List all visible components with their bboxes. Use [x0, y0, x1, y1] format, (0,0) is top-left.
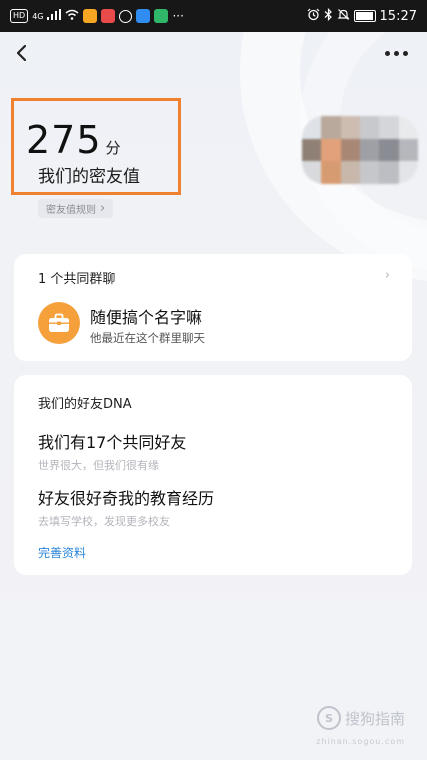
bluetooth-icon: [324, 8, 333, 24]
watermark: S 搜狗指南: [316, 706, 405, 730]
app-icon-green: [154, 9, 169, 23]
score-label: 我们的密友值: [38, 167, 140, 187]
group-description: 他最近在这个群里聊天: [90, 331, 205, 345]
common-group-card[interactable]: 1 个共同群聊 › 随便搞个名字嘛 他最近在这个群里聊天: [14, 254, 412, 361]
overflow-dots: ···: [172, 9, 184, 23]
avatar-mosaic[interactable]: [302, 116, 418, 184]
app-icon-circle: [119, 9, 133, 23]
mute-icon: [337, 8, 350, 24]
back-button[interactable]: [8, 38, 38, 68]
chevron-right-icon: ›: [100, 201, 106, 216]
watermark-logo-icon: S: [316, 706, 341, 730]
alarm-icon: [307, 8, 320, 24]
score-unit: 分: [105, 139, 121, 157]
group-name: 随便搞个名字嘛: [90, 308, 203, 327]
app-icon-orange: [83, 9, 98, 23]
dna-title: 我们的好友DNA: [38, 397, 132, 412]
battery-icon: [353, 10, 376, 22]
status-bar: HD 4G ··· 15:27: [0, 0, 427, 32]
score-rules-label: 密友值规则: [46, 205, 96, 216]
score-rules-button[interactable]: 密友值规则 ›: [38, 199, 114, 218]
network-label: 4G: [32, 11, 44, 21]
more-button[interactable]: [381, 40, 411, 66]
chevron-right-icon: ›: [384, 268, 390, 283]
signal-icon: [47, 9, 62, 23]
common-group-count: 1 个共同群聊: [38, 272, 116, 287]
hd-icon: HD: [10, 9, 29, 23]
more-dots-icon: [384, 50, 390, 56]
watermark-url: zhinan.sogou.com: [316, 737, 405, 746]
more-dots-icon: [393, 50, 399, 56]
briefcase-icon: [38, 302, 80, 344]
dna-common-friends-title[interactable]: 我们有17个共同好友: [38, 429, 186, 453]
complete-profile-link[interactable]: 完善资料: [38, 544, 86, 561]
clock-time: 15:27: [379, 8, 417, 24]
app-icon-red: [101, 9, 116, 23]
wifi-icon: [65, 9, 79, 23]
status-bar-left: HD 4G ···: [10, 9, 184, 23]
more-dots-icon: [402, 50, 408, 56]
dna-common-friends-subtitle: 世界很大，但我们很有缘: [38, 459, 159, 472]
chevron-left-icon: [16, 44, 27, 62]
dna-education-subtitle: 去填写学校，发现更多校友: [38, 515, 170, 528]
score-value-line: 275 分: [26, 118, 121, 162]
dna-education-title[interactable]: 好友很好奇我的教育经历: [38, 485, 214, 509]
watermark-text: 搜狗指南: [344, 709, 405, 728]
friend-dna-card: 我们的好友DNA 我们有17个共同好友 世界很大，但我们很有缘 好友很好奇我的教…: [14, 375, 412, 575]
status-bar-right: 15:27: [307, 8, 417, 24]
app-icon-blue: [136, 9, 151, 23]
score-value: 275: [26, 118, 102, 162]
